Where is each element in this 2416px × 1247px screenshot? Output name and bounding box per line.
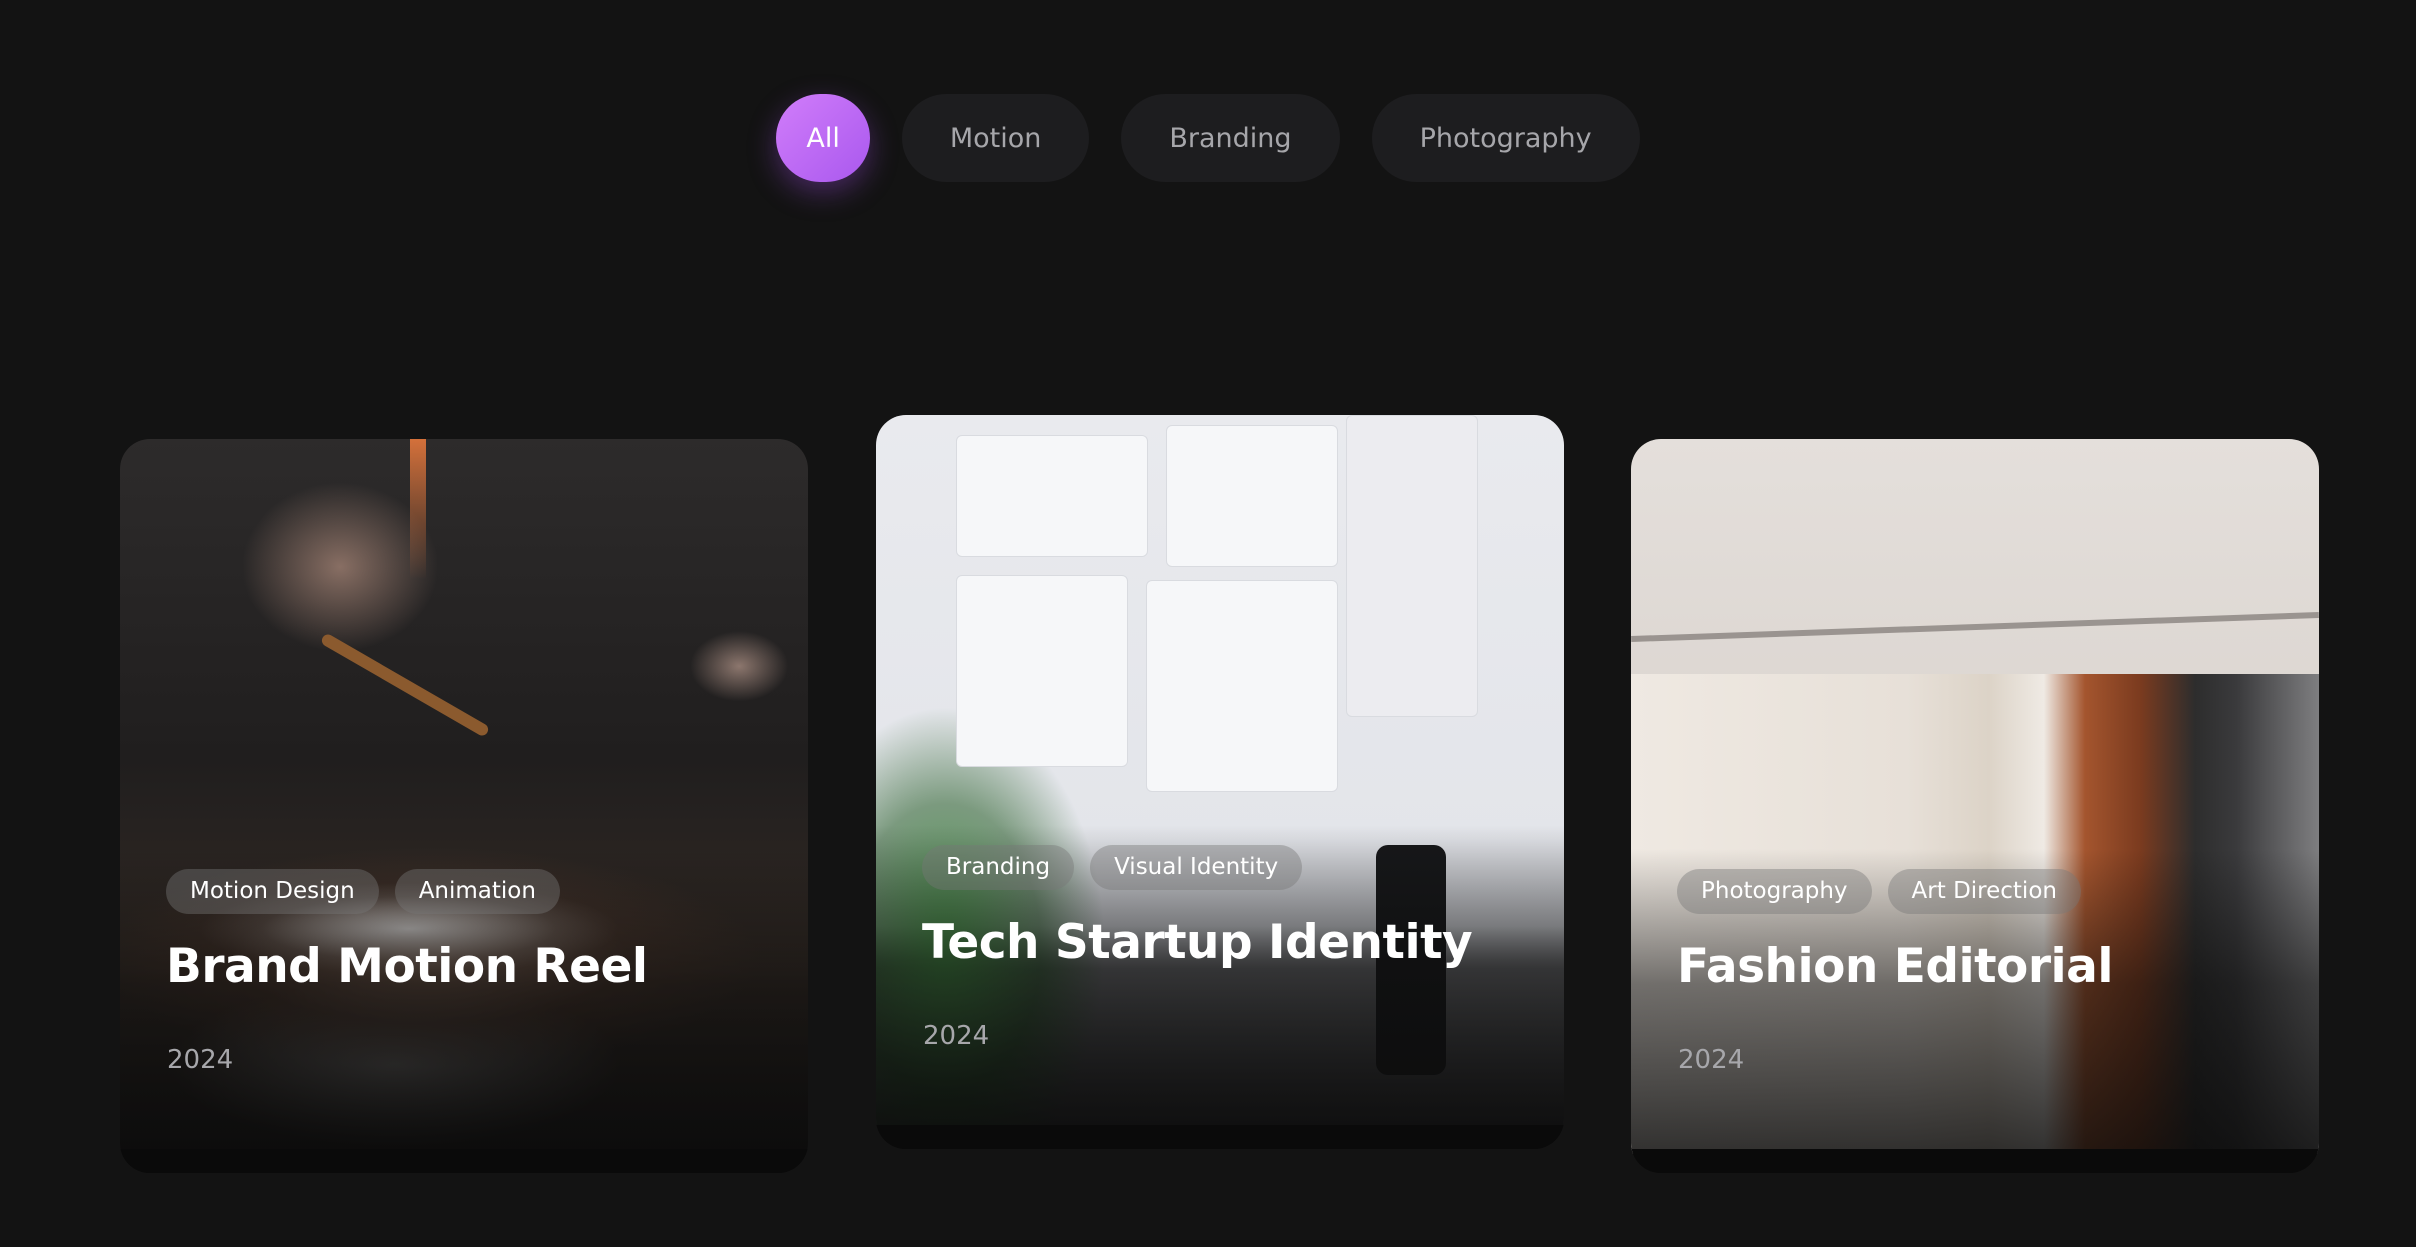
project-card-brand-motion-reel[interactable]: Motion Design Animation Brand Motion Ree… bbox=[120, 439, 808, 1173]
image-detail bbox=[1631, 611, 2319, 643]
card-footer-strip bbox=[1631, 1149, 2319, 1173]
image-detail bbox=[410, 439, 426, 579]
project-year: 2024 bbox=[167, 1045, 234, 1075]
project-tags: Motion Design Animation bbox=[166, 869, 560, 914]
tag: Photography bbox=[1677, 869, 1872, 914]
project-info: Photography Art Direction Fashion Editor… bbox=[1677, 869, 2279, 1149]
image-detail bbox=[319, 632, 491, 738]
image-detail bbox=[1166, 425, 1338, 567]
project-card-fashion-editorial[interactable]: Photography Art Direction Fashion Editor… bbox=[1631, 439, 2319, 1173]
image-detail bbox=[1146, 580, 1338, 792]
project-title: Brand Motion Reel bbox=[166, 939, 648, 994]
project-info: Branding Visual Identity Tech Startup Id… bbox=[922, 845, 1524, 1125]
project-title: Tech Startup Identity bbox=[922, 915, 1473, 970]
project-year: 2024 bbox=[923, 1021, 990, 1051]
image-detail bbox=[1346, 415, 1478, 717]
project-tags: Photography Art Direction bbox=[1677, 869, 2081, 914]
project-year: 2024 bbox=[1678, 1045, 1745, 1075]
tag: Motion Design bbox=[166, 869, 379, 914]
tag: Animation bbox=[394, 869, 560, 914]
tag: Visual Identity bbox=[1090, 845, 1303, 890]
project-info: Motion Design Animation Brand Motion Ree… bbox=[166, 869, 768, 1149]
project-tags: Branding Visual Identity bbox=[922, 845, 1303, 890]
card-footer-strip bbox=[120, 1149, 808, 1173]
tag: Branding bbox=[922, 845, 1075, 890]
image-detail bbox=[956, 435, 1148, 557]
project-grid: Motion Design Animation Brand Motion Ree… bbox=[0, 0, 2416, 1247]
project-title: Fashion Editorial bbox=[1677, 939, 2113, 994]
image-detail bbox=[956, 575, 1128, 767]
project-card-tech-startup-identity[interactable]: Branding Visual Identity Tech Startup Id… bbox=[876, 415, 1564, 1149]
card-footer-strip bbox=[876, 1125, 1564, 1149]
tag: Art Direction bbox=[1887, 869, 2081, 914]
